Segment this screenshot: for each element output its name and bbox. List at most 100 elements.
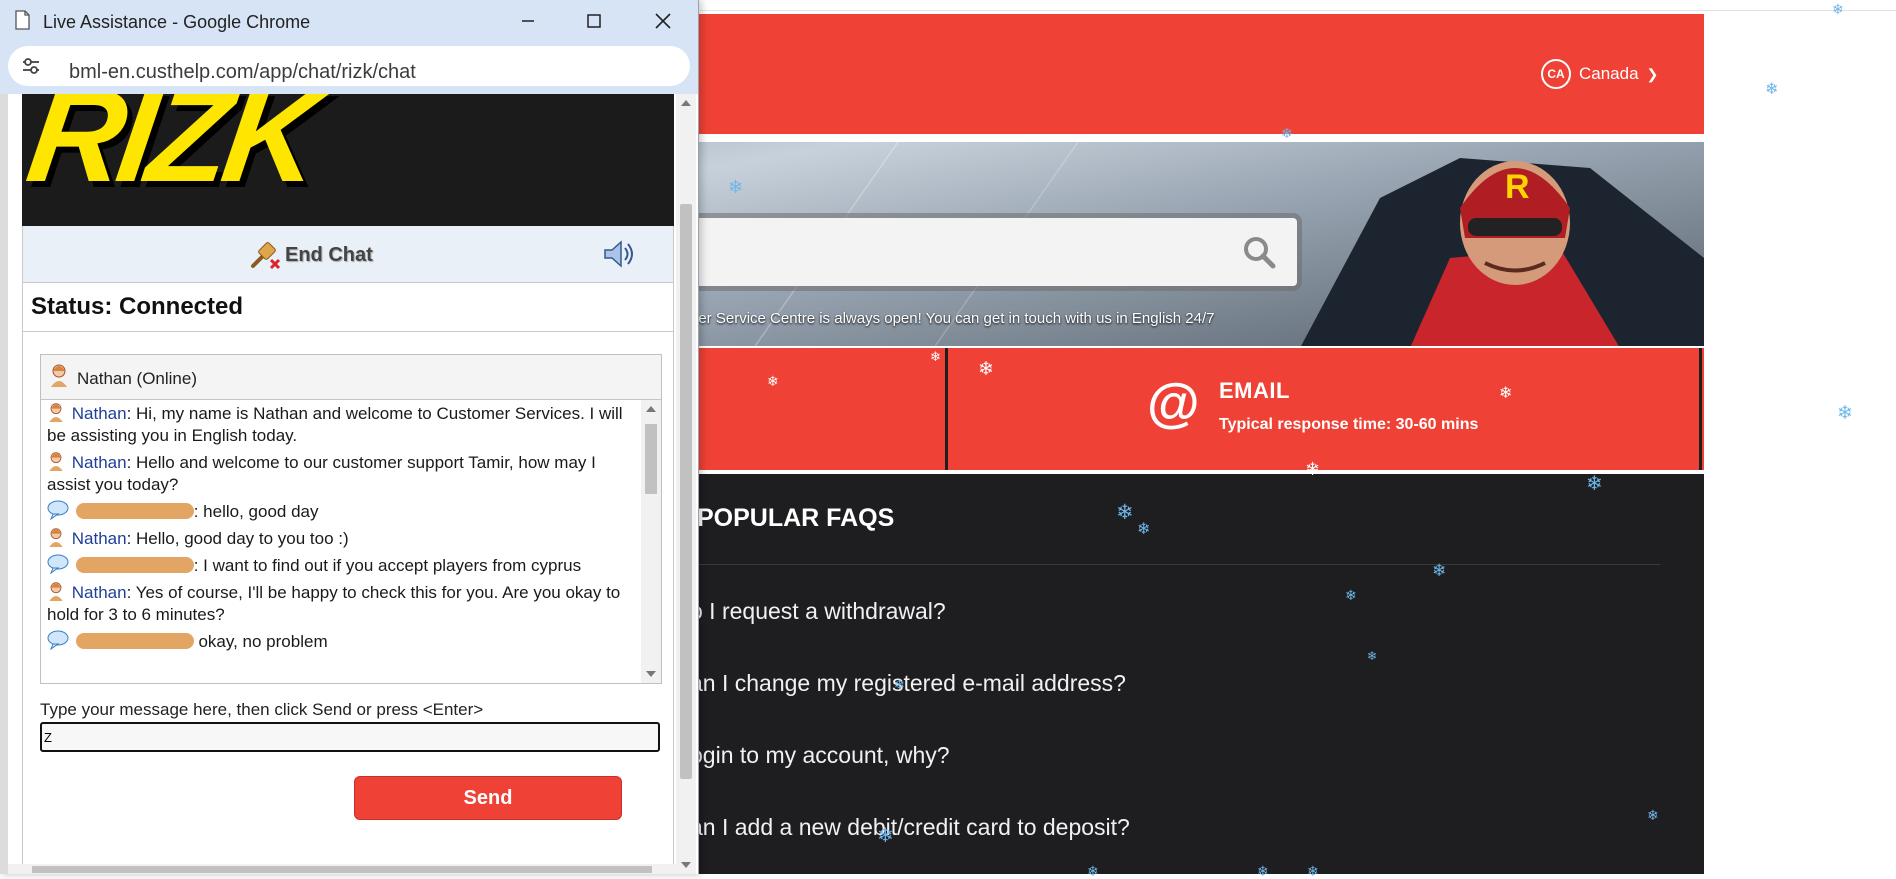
snowflake-icon: ❄ [1281,125,1293,141]
contact-option-email[interactable]: @ EMAIL Typical response time: 30-60 min… [951,348,1702,470]
scroll-thumb[interactable] [645,424,657,494]
snowflake-icon: ❄ [978,359,994,380]
chat-message: Nathan: Yes of course, I'll be happy to … [41,579,641,628]
close-button[interactable] [641,6,685,36]
chat-message: Nathan: Hello and welcome to our custome… [41,449,641,498]
chat-message: Nathan: Hi, my name is Nathan and welcom… [41,400,641,449]
document-icon [15,10,30,30]
scroll-thumb[interactable] [32,866,652,873]
faq-divider [690,564,1660,565]
chat-message: okay, no problem [41,628,641,655]
send-button[interactable]: Send [354,776,622,820]
message-input[interactable] [40,722,660,752]
rizk-logo-banner: RIZK [22,94,674,226]
snowflake-icon: ❄ [1367,649,1378,663]
email-title: EMAIL [1219,378,1290,403]
user-bubble-icon [47,630,69,650]
agent-avatar-icon [49,582,63,601]
redacted-name [75,557,194,573]
end-chat-plug-icon [251,242,281,270]
at-sign-icon: @ [1147,373,1200,433]
snowflake-icon: ❄ [1345,587,1357,603]
user-bubble-icon [47,500,69,520]
scroll-thumb[interactable] [680,204,692,779]
transcript-scrollbar[interactable] [641,400,661,683]
site-info-icon[interactable] [21,57,41,75]
maximize-button[interactable] [572,6,616,36]
url-field[interactable]: bml-en.custhelp.com/app/chat/rizk/chat [8,46,690,86]
page-horizontal-scrollbar[interactable] [8,864,676,874]
scroll-up-arrow-icon[interactable] [681,100,691,106]
end-chat-button[interactable]: End Chat [247,238,373,272]
minimize-button[interactable] [506,6,550,36]
end-chat-label: End Chat [285,243,373,266]
redacted-name [75,503,194,519]
snowflake-icon: ❄ [1837,403,1853,424]
superhero-illustration: R [1301,158,1704,346]
minimize-icon [522,20,534,22]
user-bubble-icon [47,554,69,574]
snowflake-icon: ❄ [1307,863,1319,879]
status-bar: Status: Connected [22,282,674,332]
message-text: : Hello, good day to you too :) [126,529,349,548]
agent-avatar-icon [49,528,63,547]
address-bar: bml-en.custhelp.com/app/chat/rizk/chat [0,42,698,94]
faq-item[interactable]: o I request a withdrawal? [690,598,946,625]
help-search-box[interactable] [600,218,1297,286]
snowflake-icon: ❄ [930,349,941,364]
chevron-down-icon: ❯ [1646,65,1659,82]
snowflake-icon: ❄ [767,373,779,389]
agent-avatar-icon [49,403,63,422]
agent-header: Nathan (Online) [41,355,661,400]
country-code-badge: CA [1541,59,1571,89]
country-label: Canada [1579,64,1639,83]
faq-title: POPULAR FAQS [697,504,895,532]
maximize-icon [587,14,601,28]
faq-item[interactable]: an I change my registered e-mail address… [690,670,1126,697]
email-response-time: Typical response time: 30-60 mins [1219,416,1479,433]
hero-caption: ner Service Centre is always open! You c… [690,310,1215,327]
message-text: : Yes of course, I'll be happy to check … [47,583,621,624]
agent-avatar-icon [51,364,67,387]
scroll-down-arrow-icon[interactable] [681,862,691,868]
message-text: : Hi, my name is Nathan and welcome to C… [47,404,623,445]
sound-toggle[interactable] [601,238,635,275]
chat-popup-window: Live Assistance - Google Chrome bml-en.c… [0,0,699,874]
snowflake-icon: ❄ [1087,863,1099,879]
chat-toolbar: End Chat [22,226,674,282]
scroll-up-arrow-icon[interactable] [646,406,656,412]
chat-message: : hello, good day [41,498,641,525]
message-sender: Nathan [71,583,127,602]
top-divider [700,10,1896,11]
chat-transcript: Nathan (Online) Nathan: Hi, my name is N… [40,354,662,684]
agent-avatar-icon [49,452,63,471]
faq-item[interactable]: ogin to my account, why? [690,742,950,769]
message-sender: Nathan [71,529,127,548]
snowflake-icon: ❄ [1116,501,1134,524]
page-left-edge [0,94,8,874]
snowflake-icon: ❄ [877,825,894,847]
message-list: Nathan: Hi, my name is Nathan and welcom… [41,400,641,675]
message-text: okay, no problem [193,632,328,651]
message-text: : hello, good day [193,502,319,521]
country-selector[interactable]: CA Canada ❯ [1541,59,1658,89]
snowflake-icon: ❄ [728,177,744,197]
chat-message: : I want to find out if you accept playe… [41,552,641,579]
scroll-down-arrow-icon[interactable] [646,671,656,677]
snowflake-icon: ❄ [1832,1,1844,17]
svg-text:R: R [1505,168,1530,206]
message-sender: Nathan [71,404,127,423]
search-icon[interactable] [1241,234,1277,270]
window-titlebar[interactable]: Live Assistance - Google Chrome [0,0,698,42]
close-icon [655,13,671,29]
snowflake-icon: ❄ [894,677,905,692]
agent-name: Nathan (Online) [77,369,198,388]
snowflake-icon: ❄ [1137,521,1151,538]
message-text: : I want to find out if you accept playe… [193,556,582,575]
faq-item[interactable]: an I add a new debit/credit card to depo… [690,814,1130,841]
redacted-name [75,633,194,649]
url-text: bml-en.custhelp.com/app/chat/rizk/chat [69,61,416,83]
message-text: : Hello and welcome to our customer supp… [47,453,596,494]
page-vertical-scrollbar[interactable] [676,94,696,874]
snowflake-icon: ❄ [1647,807,1659,823]
